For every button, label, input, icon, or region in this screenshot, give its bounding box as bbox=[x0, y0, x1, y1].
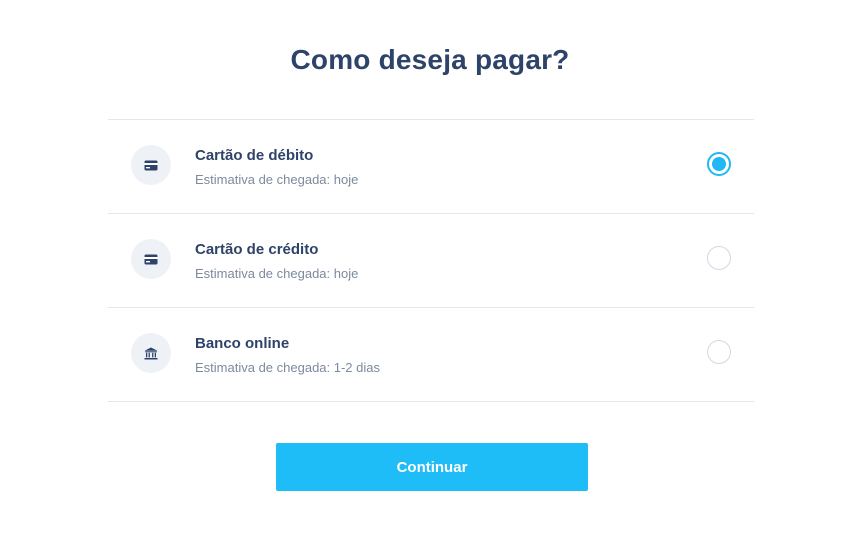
radio-selected-dot bbox=[712, 157, 726, 171]
option-debit-card[interactable]: Cartão de débito Estimativa de chegada: … bbox=[108, 120, 754, 214]
option-online-bank[interactable]: Banco online Estimativa de chegada: 1-2 … bbox=[108, 308, 754, 402]
continue-button[interactable]: Continuar bbox=[276, 443, 588, 491]
credit-card-icon bbox=[131, 145, 171, 185]
radio-debit-card[interactable] bbox=[707, 152, 731, 176]
radio-credit-card[interactable] bbox=[707, 246, 731, 270]
page-title: Como deseja pagar? bbox=[290, 44, 570, 75]
option-eta: Estimativa de chegada: hoje bbox=[195, 266, 359, 281]
payment-options-list: Cartão de débito Estimativa de chegada: … bbox=[108, 119, 754, 402]
payment-method-page: Como deseja pagar? Cartão de débito Esti… bbox=[0, 0, 860, 540]
bank-icon bbox=[131, 333, 171, 373]
credit-card-icon bbox=[131, 239, 171, 279]
option-label: Cartão de crédito bbox=[195, 241, 319, 258]
option-eta: Estimativa de chegada: hoje bbox=[195, 172, 359, 187]
option-label: Banco online bbox=[195, 335, 290, 352]
radio-online-bank[interactable] bbox=[707, 340, 731, 364]
option-eta: Estimativa de chegada: 1-2 dias bbox=[195, 360, 380, 375]
option-label: Cartão de débito bbox=[195, 147, 314, 164]
option-credit-card[interactable]: Cartão de crédito Estimativa de chegada:… bbox=[108, 214, 754, 308]
